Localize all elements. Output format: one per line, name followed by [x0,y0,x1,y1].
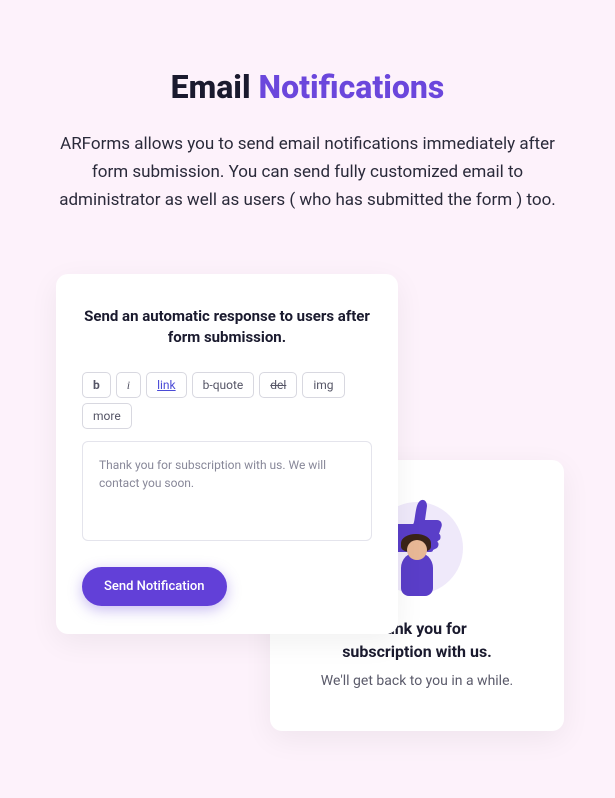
toolbar-link-button[interactable]: link [146,372,187,398]
heading-text-1: Email [171,68,259,106]
editor-toolbar: b i link b-quote del img more [82,372,372,429]
content-container: Send an automatic response to users afte… [0,274,615,634]
toolbar-del-button[interactable]: del [259,372,297,398]
notification-editor-card: Send an automatic response to users afte… [56,274,398,634]
page-description: ARForms allows you to send email notific… [0,106,615,214]
thanks-subtitle: We'll get back to you in a while. [298,673,536,689]
heading-text-2: Notifications [259,68,445,106]
toolbar-more-button[interactable]: more [82,403,132,429]
send-notification-button[interactable]: Send Notification [82,567,227,606]
toolbar-bquote-button[interactable]: b-quote [192,372,255,398]
toolbar-italic-button[interactable]: i [116,372,141,398]
editor-title: Send an automatic response to users afte… [82,306,372,348]
notification-textarea[interactable] [82,441,372,541]
toolbar-bold-button[interactable]: b [82,372,111,398]
toolbar-img-button[interactable]: img [302,372,344,398]
page-heading: Email Notifications [0,0,615,106]
thanks-title-line2: subscription with us. [342,642,492,661]
